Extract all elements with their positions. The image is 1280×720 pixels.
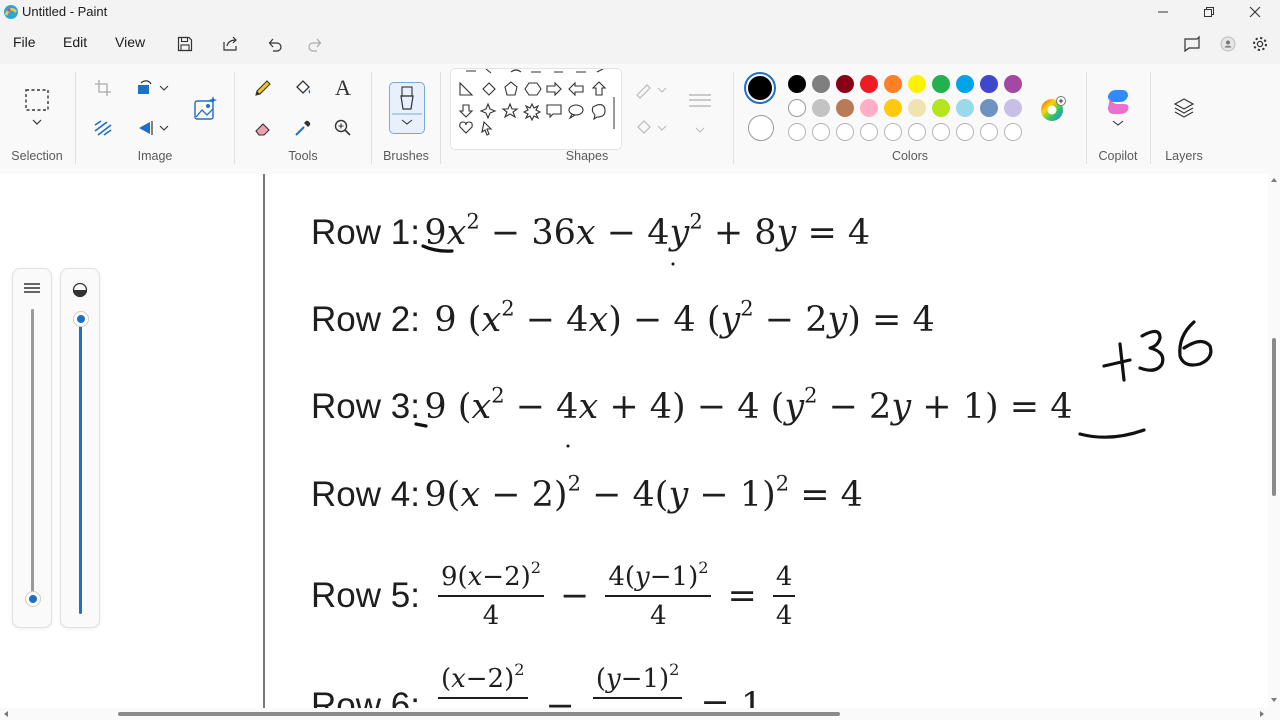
digit-three-stroke [1138, 329, 1165, 372]
scroll-right-arrow-icon[interactable] [1258, 710, 1266, 718]
plus-vertical-stroke [1118, 342, 1126, 382]
underline-stroke [1078, 428, 1146, 439]
digit-six-stroke [1178, 320, 1213, 367]
annotation-text: +36 [1100, 315, 1101, 316]
pen-stroke-row1 [421, 244, 454, 253]
scroll-up-arrow-icon[interactable] [1270, 176, 1278, 184]
pen-stroke-row3 [414, 422, 428, 428]
vertical-scroll-thumb[interactable] [1272, 338, 1276, 496]
handwriting-overlay [414, 244, 1213, 448]
scroll-down-arrow-icon[interactable] [1270, 696, 1278, 704]
plus-horizontal-stroke [1102, 358, 1132, 368]
horizontal-scroll-thumb[interactable] [118, 712, 840, 716]
horizontal-scrollbar[interactable] [0, 708, 1280, 720]
scroll-left-arrow-icon[interactable] [2, 710, 10, 718]
vertical-scrollbar[interactable] [1268, 174, 1280, 708]
